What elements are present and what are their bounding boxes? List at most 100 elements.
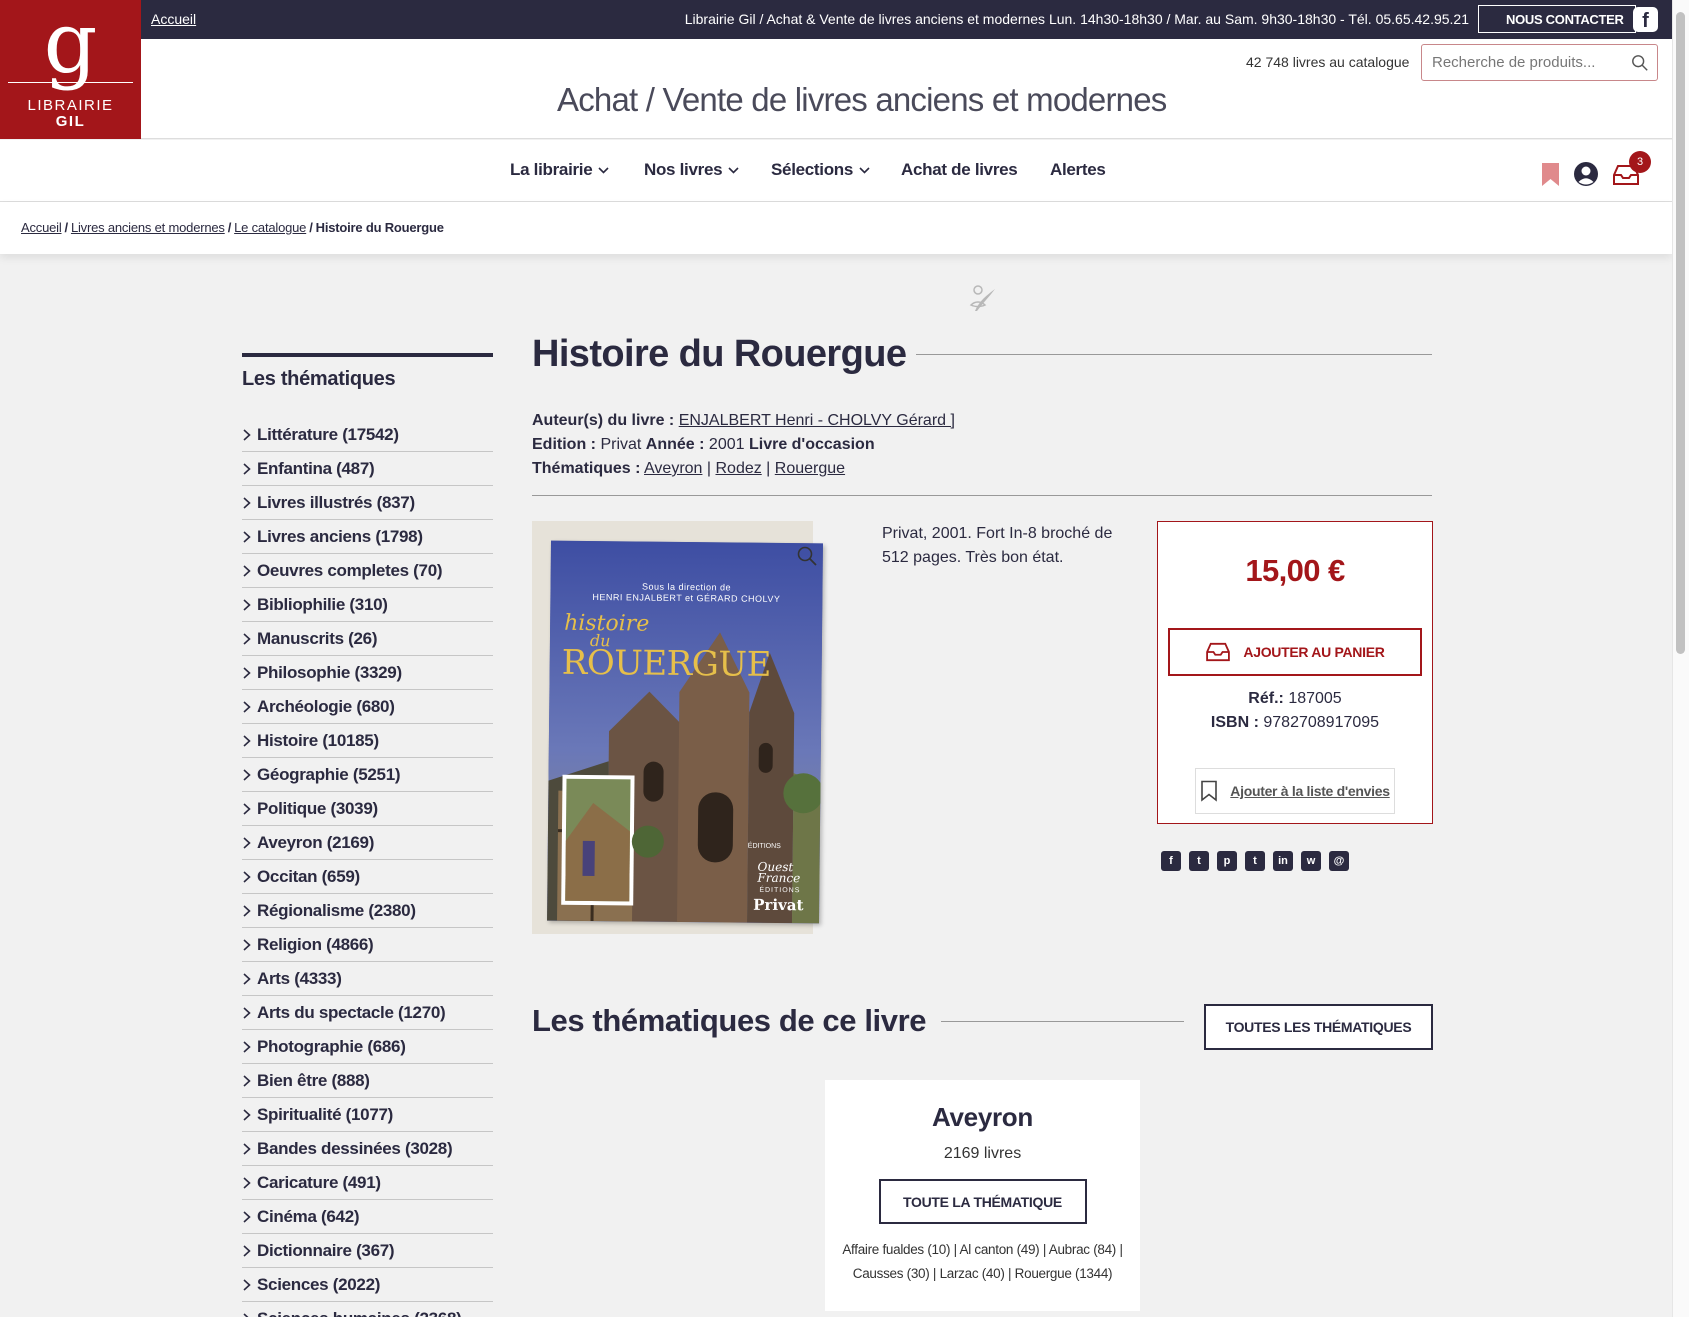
theme-card-button[interactable]: TOUTE LA THÉMATIQUE	[878, 1179, 1087, 1224]
contact-button[interactable]: NOUS CONTACTER	[1478, 5, 1636, 33]
buy-box: 15,00 € AJOUTER AU PANIER Réf.: 187005 I…	[1157, 521, 1433, 824]
nav-la-librairie[interactable]: La librairie	[510, 160, 609, 180]
chevron-right-icon	[243, 530, 251, 543]
add-to-cart-button[interactable]: AJOUTER AU PANIER	[1168, 628, 1422, 676]
catalog-count: 42 748 livres au catalogue	[1246, 54, 1410, 70]
category-label: Arts du spectacle (1270)	[257, 1002, 446, 1022]
facebook-icon[interactable]: f	[1161, 851, 1181, 871]
quill-ornament-icon	[969, 285, 995, 311]
category-item[interactable]: Aveyron (2169)	[242, 826, 493, 860]
category-label: Littérature (17542)	[257, 424, 399, 444]
category-label: Géographie (5251)	[257, 764, 401, 784]
category-label: Philosophie (3329)	[257, 662, 402, 682]
category-list: Littérature (17542) Enfantina (487) Livres…	[242, 418, 493, 1317]
category-item[interactable]: Oeuvres completes (70)	[242, 554, 493, 588]
category-item[interactable]: Littérature (17542)	[242, 418, 493, 452]
isbn-label: ISBN :	[1210, 714, 1259, 731]
author-link[interactable]: ENJALBERT Henri - CHOLVY Gérard ]	[679, 412, 955, 429]
whatsapp-icon[interactable]: w	[1301, 851, 1321, 871]
category-item[interactable]: Dictionnaire (367)	[242, 1234, 493, 1268]
theme-link-aveyron[interactable]: Aveyron	[644, 460, 702, 477]
category-item[interactable]: Sciences (2022)	[242, 1268, 493, 1302]
nav-label: Achat de livres	[901, 160, 1018, 179]
nav-achat-de-livres[interactable]: Achat de livres	[901, 160, 1018, 180]
category-item[interactable]: Livres illustrés (837)	[242, 486, 493, 520]
category-item[interactable]: Enfantina (487)	[242, 452, 493, 486]
category-label: Dictionnaire (367)	[257, 1240, 395, 1260]
wishlist-button[interactable]: Ajouter à la liste d'envies	[1195, 768, 1395, 814]
linkedin-icon[interactable]: in	[1273, 851, 1293, 871]
category-item[interactable]: Spiritualité (1077)	[242, 1098, 493, 1132]
category-item[interactable]: Arts du spectacle (1270)	[242, 996, 493, 1030]
logo[interactable]: g LIBRAIRIE GIL	[0, 0, 141, 139]
category-item[interactable]: Politique (3039)	[242, 792, 493, 826]
scrollbar-thumb[interactable]	[1676, 12, 1685, 654]
sidebar-top-rule	[242, 353, 493, 357]
category-item[interactable]: Sciences humaines (2368)	[242, 1302, 493, 1317]
breadcrumb-catalogue[interactable]: Le catalogue	[234, 220, 306, 235]
pinterest-icon[interactable]: p	[1217, 851, 1237, 871]
category-item[interactable]: Bibliophilie (310)	[242, 588, 493, 622]
top-home-link[interactable]: Accueil	[151, 11, 196, 27]
category-item[interactable]: Caricature (491)	[242, 1166, 493, 1200]
email-icon[interactable]: @	[1329, 851, 1349, 871]
theme-link-rouergue[interactable]: Rouergue	[775, 460, 845, 477]
price: 15,00 €	[1245, 553, 1345, 588]
category-label: Archéologie (680)	[257, 696, 395, 716]
share-bar: f t p t in w @	[1161, 851, 1349, 871]
category-item[interactable]: Bandes dessinées (3028)	[242, 1132, 493, 1166]
nav-label: Sélections	[771, 160, 854, 179]
zoom-icon[interactable]	[796, 545, 818, 567]
bookmark-icon[interactable]	[1541, 162, 1560, 187]
subtopic-link[interactable]: Rouergue (1344)	[1015, 1266, 1113, 1281]
category-item[interactable]: Arts (4333)	[242, 962, 493, 996]
subtopic-link[interactable]: Larzac (40)	[940, 1266, 1005, 1281]
breadcrumb-livres[interactable]: Livres anciens et modernes	[71, 220, 225, 235]
category-item[interactable]: Photographie (686)	[242, 1030, 493, 1064]
account-icon[interactable]	[1573, 161, 1599, 187]
category-item[interactable]: Géographie (5251)	[242, 758, 493, 792]
chevron-right-icon	[243, 598, 251, 611]
category-item[interactable]: Livres anciens (1798)	[242, 520, 493, 554]
chevron-right-icon	[243, 496, 251, 509]
subtopic-separator: |	[1004, 1266, 1015, 1281]
nav-label: La librairie	[510, 160, 593, 179]
chevron-right-icon	[243, 972, 251, 985]
category-label: Bien être (888)	[257, 1070, 370, 1090]
category-item[interactable]: Religion (4866)	[242, 928, 493, 962]
chevron-right-icon	[243, 870, 251, 883]
category-item[interactable]: Occitan (659)	[242, 860, 493, 894]
shop-info: Librairie Gil / Achat & Vente de livres …	[684, 11, 1469, 27]
subtopic-link[interactable]: Aubrac (84)	[1049, 1242, 1117, 1257]
nav-alertes[interactable]: Alertes	[1050, 160, 1106, 180]
category-label: Religion (4866)	[257, 934, 374, 954]
category-item[interactable]: Archéologie (680)	[242, 690, 493, 724]
category-item[interactable]: Histoire (10185)	[242, 724, 493, 758]
breadcrumb-home[interactable]: Accueil	[21, 220, 62, 235]
category-label: Enfantina (487)	[257, 458, 375, 478]
search-icon[interactable]	[1631, 54, 1649, 72]
subtopic-link[interactable]: Causses (30)	[853, 1266, 930, 1281]
nav-selections[interactable]: Sélections	[771, 160, 870, 180]
twitter-icon[interactable]: t	[1189, 851, 1209, 871]
search-input[interactable]	[1422, 45, 1622, 80]
cover-publisher1: ÉDITIONS	[747, 842, 781, 851]
category-item[interactable]: Régionalisme (2380)	[242, 894, 493, 928]
category-label: Sciences humaines (2368)	[257, 1309, 462, 1317]
nav-nos-livres[interactable]: Nos livres	[644, 160, 739, 180]
subtopic-link[interactable]: Affaire fualdes (10)	[842, 1242, 950, 1257]
tumblr-icon[interactable]: t	[1245, 851, 1265, 871]
category-item[interactable]: Manuscrits (26)	[242, 622, 493, 656]
category-label: Régionalisme (2380)	[257, 900, 416, 920]
facebook-icon[interactable]: f	[1633, 7, 1658, 32]
subtopic-link[interactable]: Al canton (49)	[960, 1242, 1040, 1257]
category-label: Occitan (659)	[257, 866, 360, 886]
category-item[interactable]: Bien être (888)	[242, 1064, 493, 1098]
chevron-right-icon	[243, 802, 251, 815]
theme-link-rodez[interactable]: Rodez	[715, 460, 761, 477]
all-themes-button[interactable]: TOUTES LES THÉMATIQUES	[1204, 1004, 1433, 1050]
category-item[interactable]: Philosophie (3329)	[242, 656, 493, 690]
product-image[interactable]: Sous la direction de HENRI ENJALBERT et …	[532, 521, 823, 934]
category-item[interactable]: Cinéma (642)	[242, 1200, 493, 1234]
top-bar: Accueil Librairie Gil / Achat & Vente de…	[0, 0, 1672, 39]
